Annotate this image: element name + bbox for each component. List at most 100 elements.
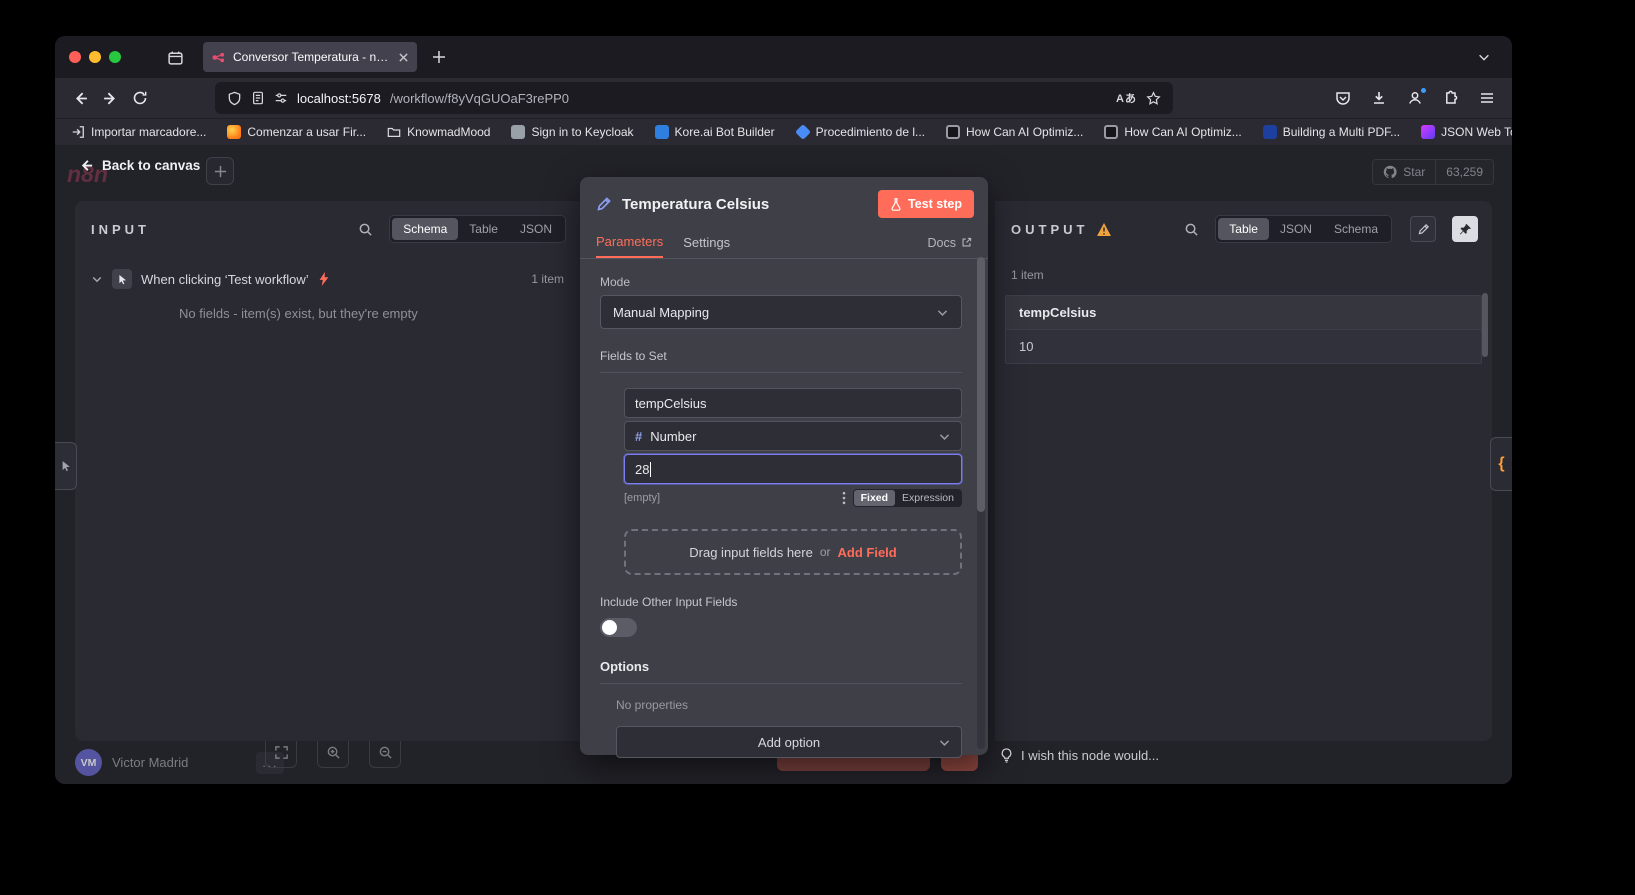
kebab-menu-icon[interactable] [842,491,846,505]
test-step-button[interactable]: Test step [878,190,974,218]
toolbar-right [1328,83,1502,113]
add-option-select[interactable]: Add option [616,726,962,758]
field-value-input[interactable]: 28 [624,454,962,484]
account-icon[interactable] [1400,83,1430,113]
output-table-cell[interactable]: 10 [1006,329,1481,363]
tab-schema[interactable]: Schema [392,218,458,240]
star-label: Star [1403,165,1425,179]
n8n-favicon-icon [211,50,226,65]
input-panel-title: INPUT [91,222,150,237]
drag-fields-dropzone[interactable]: Drag input fields here or Add Field [624,529,962,575]
bookmark-item[interactable]: How Can AI Optimiz... [1104,125,1241,139]
back-arrow-icon [79,158,94,173]
chevron-down-icon[interactable] [91,273,103,285]
flask-icon [890,198,902,211]
output-panel-title: OUTPUT [1011,222,1088,237]
bookmark-item[interactable]: Building a Multi PDF... [1263,125,1400,139]
fixed-option[interactable]: Fixed [854,490,895,506]
pin-data-button[interactable] [1452,216,1478,242]
bookmark-item[interactable]: KnowmadMood [387,125,490,139]
lightning-bolt-icon [318,272,330,286]
bookmark-item[interactable]: Importar marcadore... [71,125,206,139]
pocket-icon[interactable] [1328,83,1358,113]
tab-settings[interactable]: Settings [683,227,730,258]
new-tab-button[interactable] [425,43,453,71]
reload-icon[interactable] [125,83,155,113]
tab-json[interactable]: JSON [509,218,563,240]
tab-list-chevron-icon[interactable] [1470,43,1498,71]
input-empty-message: No fields - item(s) exist, but they're e… [179,306,580,321]
menu-icon[interactable] [1472,83,1502,113]
bookmark-item[interactable]: Sign in to Keycloak [511,125,633,139]
browser-tab[interactable]: Conversor Temperatura - n8... [203,42,417,72]
user-area: VM Victor Madrid ... [75,749,284,776]
github-star-widget[interactable]: Star 63,259 [1372,159,1494,185]
output-view-switcher: Table JSON Schema [1215,215,1392,243]
permissions-icon[interactable] [274,91,288,105]
tab-schema[interactable]: Schema [1323,218,1389,240]
output-table-header[interactable]: tempCelsius [1006,296,1481,329]
bookmark-item[interactable]: JSON Web Tokens -... [1421,125,1512,139]
pdf-article-icon [1263,125,1277,139]
fields-to-set-label: Fields to Set [600,349,962,363]
chevron-down-icon [938,430,951,443]
output-panel: OUTPUT Table JSON Schema [995,201,1492,741]
github-icon [1383,165,1397,179]
field-type-select[interactable]: # Number [624,421,962,451]
node-title[interactable]: Temperatura Celsius [622,196,868,213]
add-field-link[interactable]: Add Field [838,545,897,560]
kore-ai-icon [655,125,669,139]
number-type-icon: # [635,429,642,444]
close-window-button[interactable] [69,51,81,63]
forward-icon[interactable] [95,83,125,113]
output-table: tempCelsius 10 [1005,295,1482,364]
back-to-canvas-button[interactable]: Back to canvas [79,158,200,173]
search-icon[interactable] [358,222,373,237]
manual-trigger-node-icon [112,269,132,289]
page-info-icon[interactable] [251,91,265,105]
json-flyout-tab[interactable]: { [1490,437,1512,491]
downloads-icon[interactable] [1364,83,1394,113]
node-detail-panel: Temperatura Celsius Test step Parameters… [580,177,988,755]
node-feedback-link[interactable]: I wish this node would... [1000,748,1159,763]
medium-article-icon [1104,125,1118,139]
field-name-input[interactable]: tempCelsius [624,388,962,418]
fixed-expression-toggle: Fixed Expression [853,489,962,507]
shield-icon[interactable] [227,91,242,106]
translate-icon[interactable]: Aあ [1116,90,1137,106]
url-bar[interactable]: localhost:5678/workflow/f8yVqGUOaF3rePP0… [215,82,1173,114]
back-icon[interactable] [65,83,95,113]
tab-close-icon[interactable] [398,52,409,63]
expression-option[interactable]: Expression [895,490,961,506]
avatar[interactable]: VM [75,749,102,776]
minimize-window-button[interactable] [89,51,101,63]
selection-tool-tab[interactable] [55,442,77,490]
bookmark-item[interactable]: Kore.ai Bot Builder [655,125,775,139]
edit-output-button[interactable] [1410,216,1436,242]
bookmark-item[interactable]: How Can AI Optimiz... [946,125,1083,139]
divider [600,372,962,373]
output-scrollbar[interactable] [1482,293,1488,357]
firefox-view-icon[interactable] [161,43,189,71]
node-panel-scrollbar[interactable] [977,257,985,749]
docs-link[interactable]: Docs [928,236,972,250]
search-icon[interactable] [1184,222,1199,237]
tab-parameters[interactable]: Parameters [596,227,663,258]
add-node-button[interactable] [206,157,234,185]
bookmark-item[interactable]: Comenzar a usar Fir... [227,125,366,139]
include-other-toggle[interactable] [600,618,637,637]
field-group: tempCelsius # Number 28 [624,388,962,484]
bookmark-item[interactable]: Procedimiento de l... [796,125,925,139]
extensions-icon[interactable] [1436,83,1466,113]
account-notification-dot [1420,87,1427,94]
n8n-canvas: n8n Back to canvas Star 63,259 { IN [55,145,1512,784]
maximize-window-button[interactable] [109,51,121,63]
tab-table[interactable]: Table [1218,218,1269,240]
scrollbar-thumb[interactable] [977,257,985,512]
mode-select[interactable]: Manual Mapping [600,295,962,329]
bookmarks-bar: Importar marcadore... Comenzar a usar Fi… [55,118,1512,145]
bookmark-star-icon[interactable] [1146,91,1161,106]
input-source-row[interactable]: When clicking ‘Test workflow’ 1 item [75,269,580,289]
tab-json[interactable]: JSON [1269,218,1323,240]
tab-table[interactable]: Table [458,218,509,240]
